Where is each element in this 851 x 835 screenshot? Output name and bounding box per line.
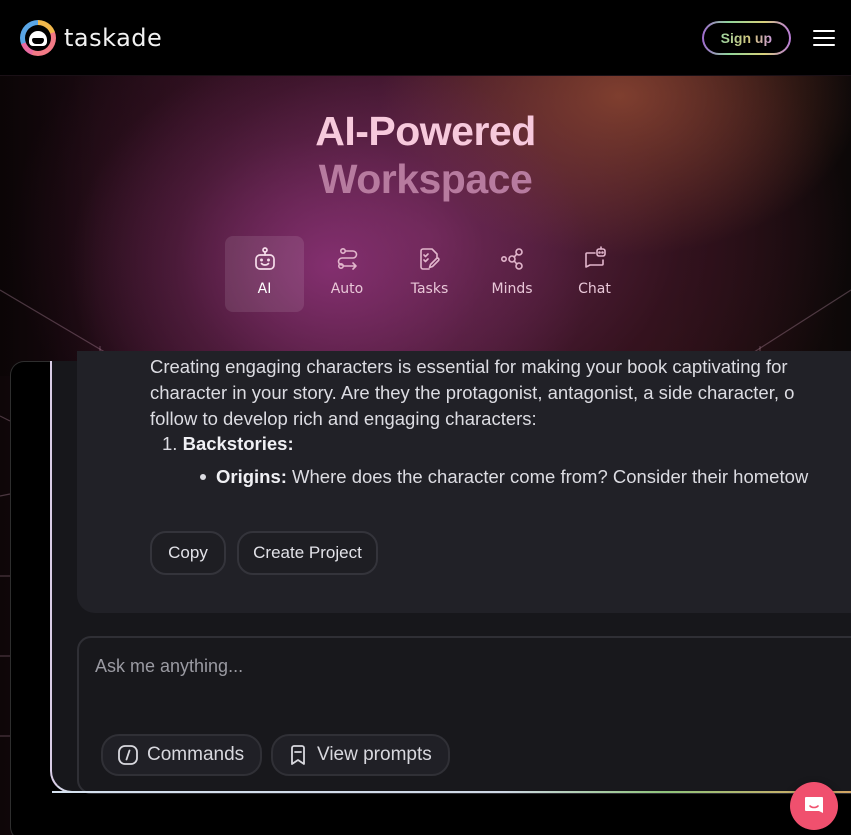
commands-label: Commands bbox=[147, 744, 245, 765]
hamburger-menu-icon[interactable] bbox=[813, 29, 835, 46]
sign-up-button[interactable]: Sign up bbox=[702, 21, 791, 55]
top-navigation-bar: taskade Sign up bbox=[0, 0, 851, 76]
view-prompts-label: View prompts bbox=[317, 744, 432, 765]
ai-response-text: Creating engaging characters is essentia… bbox=[150, 354, 851, 432]
bookmark-icon bbox=[291, 745, 305, 765]
chat-bubble-icon bbox=[805, 797, 823, 813]
task-edit-icon bbox=[419, 248, 440, 270]
support-chat-button[interactable] bbox=[790, 782, 838, 830]
ask-anything-input[interactable] bbox=[95, 652, 775, 680]
tab-chat[interactable]: Chat bbox=[555, 236, 634, 312]
brand-name: taskade bbox=[64, 23, 163, 52]
view-prompts-button[interactable]: View prompts bbox=[271, 734, 450, 776]
tab-ai[interactable]: AI bbox=[225, 236, 304, 312]
chat-composer: Commands View prompts bbox=[77, 636, 851, 794]
share-nodes-icon bbox=[500, 248, 523, 270]
ai-response-card: Creating engaging characters is essentia… bbox=[77, 351, 851, 613]
tab-minds-label: Minds bbox=[491, 281, 533, 297]
list-item-title: Backstories: bbox=[182, 433, 294, 454]
response-line: follow to develop rich and engaging char… bbox=[150, 408, 537, 429]
sign-up-label: Sign up bbox=[720, 29, 772, 46]
hero-title-line-1: AI-Powered bbox=[315, 108, 536, 154]
slash-command-icon bbox=[118, 745, 138, 765]
ai-chat-panel: Creating engaging characters is essentia… bbox=[50, 351, 851, 794]
copy-button[interactable]: Copy bbox=[150, 531, 226, 575]
response-line: Creating engaging characters is essentia… bbox=[150, 356, 788, 377]
feature-tabs: AI Auto Tasks Minds Chat bbox=[225, 236, 638, 312]
tab-auto[interactable]: Auto bbox=[308, 236, 387, 312]
robot-icon bbox=[254, 247, 275, 270]
list-number: 1. bbox=[162, 433, 178, 454]
numbered-list-item: 1. Backstories: bbox=[162, 433, 294, 455]
taskade-logo-icon bbox=[20, 19, 56, 56]
tab-minds[interactable]: Minds bbox=[473, 236, 552, 312]
workflow-icon bbox=[337, 247, 358, 270]
brand-logo-link[interactable]: taskade bbox=[20, 19, 163, 56]
create-project-button[interactable]: Create Project bbox=[237, 531, 378, 575]
response-line: character in your story. Are they the pr… bbox=[150, 382, 795, 403]
tab-chat-label: Chat bbox=[578, 281, 611, 297]
hero-title-line-2: Workspace bbox=[318, 156, 533, 202]
chat-bot-icon bbox=[584, 246, 606, 268]
bullet-text: Where does the character come from? Cons… bbox=[286, 466, 809, 487]
tab-tasks[interactable]: Tasks bbox=[390, 236, 469, 312]
tab-auto-label: Auto bbox=[330, 281, 364, 297]
hero-section: AI-Powered Workspace AI Auto Tasks Minds… bbox=[0, 76, 851, 835]
bullet-title: Origins: bbox=[216, 466, 287, 487]
commands-button[interactable]: Commands bbox=[101, 734, 263, 776]
bullet-dot bbox=[200, 473, 206, 480]
tab-ai-label: AI bbox=[257, 281, 272, 297]
tab-tasks-label: Tasks bbox=[410, 281, 449, 297]
bullet-list-item: Origins: Where does the character come f… bbox=[200, 466, 840, 488]
